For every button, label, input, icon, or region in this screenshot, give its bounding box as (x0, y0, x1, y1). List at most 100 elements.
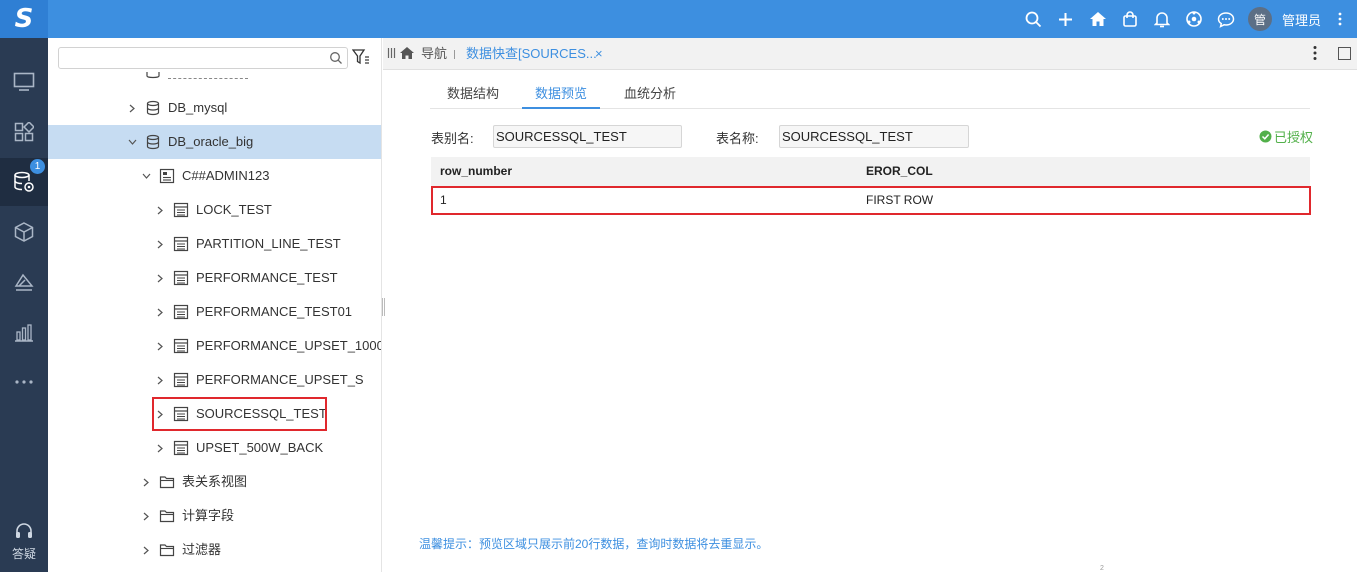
database-icon (146, 100, 160, 116)
tree-row-db-mysql[interactable]: DB_mysql (48, 91, 381, 125)
help-button[interactable]: 答疑 (0, 521, 48, 562)
tree-row-table[interactable]: UPSET_500W_BACK (48, 431, 381, 465)
bar-chart-icon[interactable] (0, 308, 48, 356)
tab-separator (454, 50, 455, 59)
name-field[interactable]: SOURCESSQL_TEST (779, 125, 969, 148)
tree-row-table[interactable]: PERFORMANCE_UPSET_1000W (48, 329, 382, 363)
tree-row-table[interactable]: PERFORMANCE_UPSET_S (48, 363, 381, 397)
home-icon[interactable] (1082, 0, 1114, 38)
folder-icon (159, 510, 175, 523)
tip-text: 温馨提示：预览区域只展示前20行数据，查询时数据将去重显示。 (419, 537, 769, 551)
tab-data-structure[interactable]: 数据结构 (438, 80, 508, 109)
chevron-right-icon[interactable] (141, 545, 151, 555)
chevron-right-icon[interactable] (127, 103, 137, 113)
tree-row-label: PERFORMANCE_UPSET_S (196, 372, 364, 387)
tree-row-label: DB_oracle_big (168, 134, 254, 149)
logo-text: S (14, 4, 34, 34)
grid-header: row_number EROR_COL (431, 157, 1310, 186)
tab-active[interactable]: 数据快查[SOURCES... (466, 38, 597, 70)
monitor-icon[interactable] (0, 58, 48, 106)
folder-icon (159, 544, 175, 557)
column-header[interactable]: EROR_COL (866, 157, 933, 186)
table-icon (173, 338, 189, 354)
search-icon[interactable] (329, 51, 343, 65)
highlight-box (152, 397, 327, 431)
database-settings-icon[interactable]: 1 (0, 158, 48, 206)
tree-search-input[interactable] (58, 47, 348, 69)
tree-row-label: PERFORMANCE_TEST (196, 270, 338, 285)
sub-tabs: 数据结构 数据预览 血统分析 (430, 80, 1310, 109)
app-logo[interactable]: S (0, 0, 48, 38)
tree-row-schema[interactable]: C##ADMIN123 (48, 159, 381, 193)
close-icon[interactable]: × (595, 38, 603, 70)
tree-row-partial (48, 72, 381, 82)
left-nav: 1 答疑 (0, 38, 48, 572)
tree-row-label: PERFORMANCE_UPSET_1000W (196, 338, 382, 353)
tab-bar: 导航 数据快查[SOURCES... × (383, 38, 1357, 70)
tree-row-label: C##ADMIN123 (182, 168, 270, 183)
more-horizontal-icon[interactable] (0, 358, 48, 406)
home-icon[interactable] (399, 46, 415, 60)
tree-row-db-oracle-big[interactable]: DB_oracle_big (48, 125, 381, 159)
tab-nav[interactable]: 导航 (421, 38, 447, 70)
chevron-right-icon[interactable] (155, 273, 165, 283)
tree-row-label: 表关系视图 (182, 474, 248, 489)
auth-status: 已授权 (1259, 127, 1313, 146)
chevron-right-icon[interactable] (141, 511, 151, 521)
tree-row-label: PARTITION_LINE_TEST (196, 236, 341, 251)
alias-field[interactable]: SOURCESSQL_TEST (493, 125, 682, 148)
chevron-right-icon[interactable] (155, 205, 165, 215)
grip-icon[interactable] (387, 48, 396, 58)
highlight-box (431, 186, 1311, 215)
tree-row-folder[interactable]: 过滤器 (48, 533, 381, 567)
help-label: 答疑 (11, 547, 36, 561)
chevron-down-icon[interactable] (141, 171, 151, 181)
chevron-right-icon[interactable] (155, 239, 165, 249)
cube-icon[interactable] (0, 208, 48, 256)
tree-row-table[interactable]: LOCK_TEST (48, 193, 381, 227)
chevron-right-icon[interactable] (155, 341, 165, 351)
chevron-right-icon[interactable] (155, 443, 165, 453)
chevron-right-icon[interactable] (155, 307, 165, 317)
top-bar: S 管 管理员 (0, 0, 1357, 38)
table-icon (173, 202, 189, 218)
tree-row-table[interactable]: PARTITION_LINE_TEST (48, 227, 381, 261)
user-name[interactable]: 管理员 (1282, 10, 1321, 29)
avatar[interactable]: 管 (1247, 7, 1272, 31)
tree-row-label: 过滤器 (182, 542, 222, 557)
grid-icon[interactable] (0, 108, 48, 156)
table-icon (173, 236, 189, 252)
tree-row-folder[interactable]: 表关系视图 (48, 465, 381, 499)
database-icon (146, 134, 160, 150)
table-icon (173, 440, 189, 456)
tree-row-label: DB_mysql (168, 100, 228, 115)
panel-splitter[interactable] (382, 298, 385, 316)
check-circle-icon (1259, 130, 1272, 143)
chevron-right-icon[interactable] (141, 477, 151, 487)
alias-label: 表别名: (431, 131, 474, 146)
chevron-right-icon[interactable] (155, 375, 165, 385)
bag-icon[interactable] (1114, 0, 1146, 38)
tree-row-label: 计算字段 (182, 508, 235, 523)
tab-data-preview[interactable]: 数据预览 (522, 80, 600, 109)
tree-row-folder[interactable]: 计算字段 (48, 499, 381, 533)
chat-icon[interactable] (1210, 0, 1242, 38)
maximize-icon[interactable] (1338, 47, 1351, 60)
chevron-down-icon[interactable] (127, 137, 137, 147)
plus-icon[interactable] (1050, 0, 1082, 38)
tree-row-table[interactable]: PERFORMANCE_TEST (48, 261, 381, 295)
more-vertical-icon[interactable] (1313, 45, 1317, 61)
search-icon[interactable] (1018, 0, 1050, 38)
layers-icon[interactable] (0, 258, 48, 306)
more-vertical-icon[interactable] (1329, 0, 1351, 38)
tab-lineage-analysis[interactable]: 血统分析 (614, 80, 686, 109)
notification-badge: 1 (30, 159, 45, 174)
tree-row-table[interactable]: PERFORMANCE_TEST01 (48, 295, 381, 329)
folder-icon (159, 476, 175, 489)
column-header[interactable]: row_number (440, 157, 512, 186)
filter-icon[interactable] (352, 49, 370, 65)
bell-icon[interactable] (1146, 0, 1178, 38)
share-icon[interactable] (1178, 0, 1210, 38)
tree-panel: DB_mysql DB_oracle_big C##ADMIN123 LOCK_… (48, 38, 382, 572)
top-toolbar: 管 管理员 (1018, 0, 1357, 38)
